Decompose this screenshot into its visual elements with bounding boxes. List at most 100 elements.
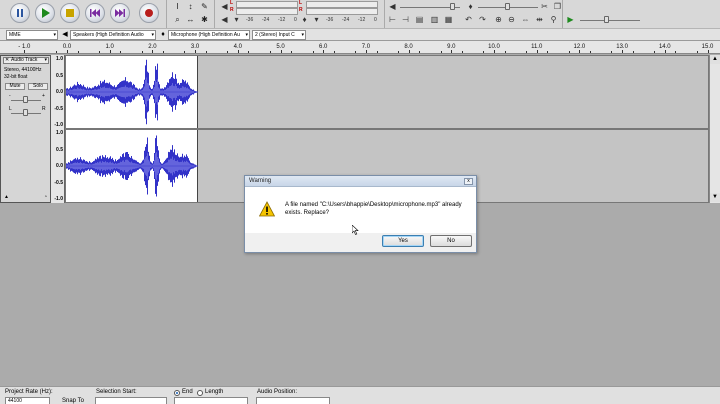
volume-icon: ◀ [389,2,396,11]
amplitude-scale-label: 0.5 [56,146,63,153]
input-meter-menu-icon[interactable]: ▾ [312,15,321,24]
speed-track[interactable] [580,20,640,21]
draw-tool-icon[interactable]: ✎ [200,2,209,11]
yes-button[interactable]: Yes [382,235,424,247]
collapse-track-icon[interactable]: ▲ [4,194,9,200]
audio-position-label: Audio Position: [257,389,298,395]
track-rate: Stereo, 44100Hz [4,67,42,73]
output-meter-left [236,1,298,8]
snap-to-label: Snap To [62,398,84,404]
speaker-icon[interactable]: ◀ [220,2,229,11]
meter-menu-icon[interactable]: ▾ [232,15,241,24]
device-toolbar: MME ▾ ◀ Speakers (High Definition Audio … [0,29,720,41]
audio-host-value: MME [9,32,21,38]
ruler-tick [24,50,26,53]
gain-slider-knob[interactable] [23,96,28,103]
speaker-dropdown-icon[interactable]: ◀ [220,15,229,24]
amplitude-scale-label: -0.5 [54,105,63,112]
toolbars: I ↕ ✎ ⌕ ↔ ✱ ◀ L R ◀ ▾ -36 -24 -12 0 L R … [0,0,720,29]
skip-to-end-button[interactable] [110,3,130,23]
waveform-channel-left[interactable] [65,55,709,129]
silence-icon[interactable]: ⊣ [401,15,410,24]
length-radio[interactable] [197,390,203,396]
warning-icon [259,201,275,217]
track-name-button[interactable]: ✕ Audio Track ▾ [3,57,49,64]
input-channels-select[interactable]: 2 (Stereo) Input C ▾ [252,30,306,40]
pan-slider-knob[interactable] [23,109,28,116]
selection-start-field[interactable] [95,397,167,404]
scroll-down-icon[interactable]: ▼ [710,193,720,202]
end-radio[interactable] [174,390,180,396]
output-device-value: Speakers (High Definition Audio [73,32,144,38]
paste-icon[interactable]: ▤ [415,15,424,24]
chevron-down-icon: ▾ [53,32,56,38]
close-icon[interactable]: ✕ [5,58,9,63]
solo-button[interactable]: Solo [28,83,48,90]
selection-tool-icon[interactable]: I [173,2,182,11]
envelope-tool-icon[interactable]: ↕ [186,2,195,11]
ruler-minor-tick [312,51,314,53]
trim-audio-icon[interactable]: ▥ [430,15,439,24]
project-rate-value: 44100 [8,398,22,404]
ruler-minor-tick [611,51,613,53]
ruler-minor-tick [590,51,592,53]
pan-right-label: R [42,106,46,112]
silence-audio-icon[interactable]: ▦ [444,15,453,24]
undo-icon[interactable]: ↶ [464,15,473,24]
fit-selection-icon[interactable]: ⇔ [521,15,530,24]
multi-tool-icon[interactable]: ✱ [200,15,209,24]
dialog-close-button[interactable]: x [464,178,473,185]
zoom-in-icon[interactable]: ⊕ [494,15,503,24]
play-at-speed-icon[interactable]: ▶ [566,15,575,24]
fit-project-icon[interactable]: ⇹ [535,15,544,24]
input-meter-right [306,8,378,15]
selection-end-field[interactable] [174,397,248,404]
ruler-tick [622,50,624,53]
zoom-out-icon[interactable]: ⊖ [507,15,516,24]
timeline-ruler[interactable]: - 1.0 0.0 1.0 2.0 3.0 4.0 5.0 6.0 7.0 8.0 9.0 10.0 1… [0,41,720,54]
skip-to-start-button[interactable] [85,3,105,23]
input-volume-knob[interactable] [505,3,510,10]
mic-device-icon: ♦ [161,31,165,38]
microphone-icon[interactable]: ♦ [300,15,309,24]
record-button[interactable] [139,3,159,23]
output-volume-knob[interactable] [450,3,455,10]
audio-host-select[interactable]: MME ▾ [6,30,58,40]
amplitude-scale-label: 1.0 [56,56,63,62]
no-button[interactable]: No [430,235,472,247]
copy-icon[interactable]: ❐ [553,2,562,11]
redo-icon[interactable]: ↷ [478,15,487,24]
stop-button[interactable] [60,3,80,23]
audio-position-field[interactable] [256,397,330,404]
track-control-panel: ✕ Audio Track ▾ Stereo, 44100Hz 32-bit f… [0,55,51,203]
input-meter-left [306,1,378,8]
ruler-tick [408,50,410,53]
timeshift-tool-icon[interactable]: ↔ [186,15,195,24]
output-device-select[interactable]: Speakers (High Definition Audio ▾ [70,30,156,40]
sync-lock-icon: ◔ [44,194,48,200]
zoom-toggle-icon[interactable]: ⚲ [549,15,558,24]
ruler-minor-tick [654,51,656,53]
trim-icon[interactable]: ⊢ [388,15,397,24]
pause-button[interactable] [10,3,30,23]
ruler-minor-tick [696,51,698,53]
dialog-message: A file named "C:\Users\bhappie\Desktop\m… [285,201,470,217]
ruler-tick [280,50,282,53]
project-rate-field[interactable]: 44100 [5,397,50,404]
ruler-minor-tick [568,51,570,53]
vertical-scrollbar[interactable]: ▲ ▼ [709,55,720,203]
chevron-down-icon: ▾ [44,57,47,63]
ruler-minor-tick [483,51,485,53]
mute-button[interactable]: Mute [5,83,25,90]
cut-icon[interactable]: ✂ [540,2,549,11]
input-device-select[interactable]: Microphone (High Definition Au ▾ [168,30,250,40]
scroll-up-icon[interactable]: ▲ [710,55,720,64]
speed-knob[interactable] [604,16,609,23]
play-button[interactable] [35,3,55,23]
input-device-value: Microphone (High Definition Au [171,32,240,38]
zoom-tool-icon[interactable]: ⌕ [173,15,182,24]
ruler-minor-tick [397,51,399,53]
ruler-tick [237,50,239,53]
selection-start-label: Selection Start: [96,389,137,395]
meter-right-label: R [230,7,234,13]
